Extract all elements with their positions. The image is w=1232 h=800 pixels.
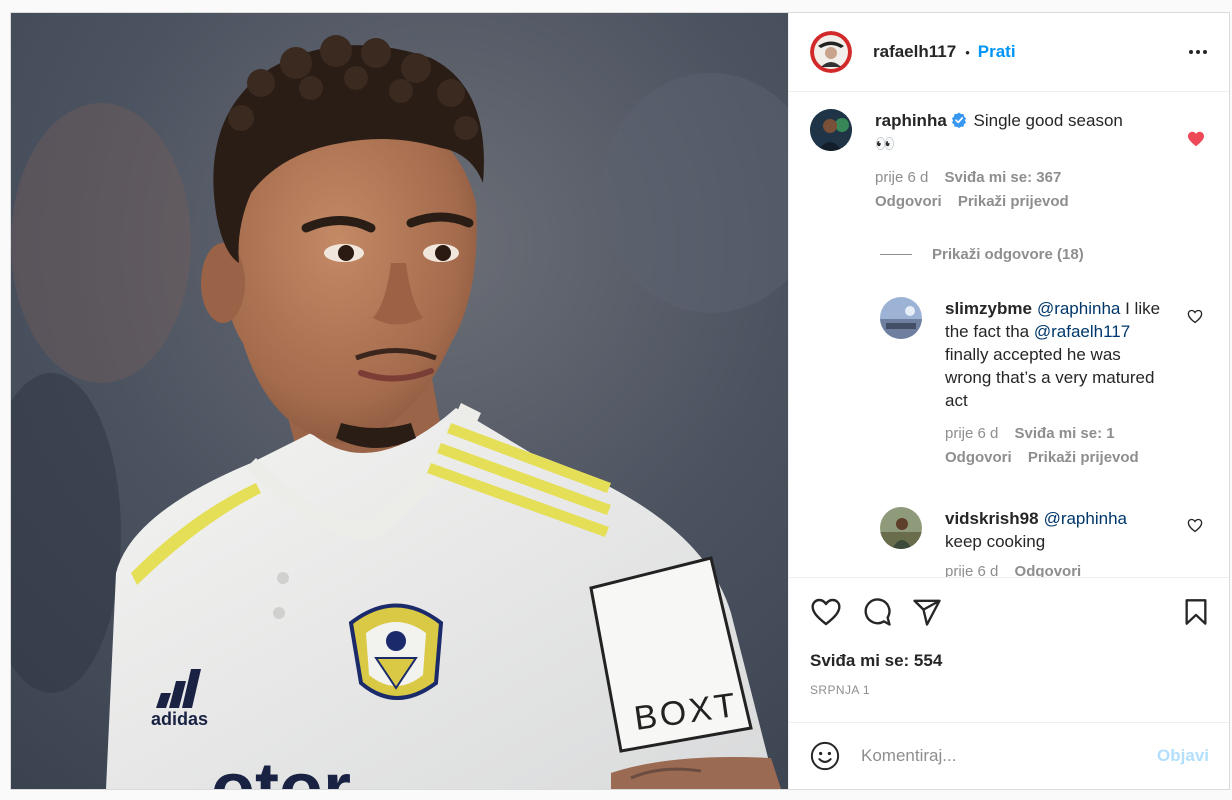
verified-icon <box>951 112 966 128</box>
reply-text: keep cooking <box>945 532 1046 551</box>
comment-input[interactable] <box>861 746 1158 766</box>
reply-mention[interactable]: @raphinha <box>1044 509 1127 528</box>
vidskrish98-avatar[interactable] <box>880 507 922 549</box>
like-heart-icon[interactable] <box>810 597 842 627</box>
emoji-icon[interactable] <box>810 741 840 771</box>
post-comment-button[interactable]: Objavi <box>1157 746 1209 766</box>
reply-likes-count[interactable]: Sviđa mi se: 1 <box>1015 425 1115 442</box>
comment-time[interactable]: prije 6 d <box>875 169 928 186</box>
owner-avatar[interactable] <box>810 31 852 73</box>
view-replies-label: Prikaži odgovore (18) <box>932 246 1084 263</box>
comment-icon[interactable] <box>862 597 892 627</box>
reply-button[interactable]: Odgovori <box>945 449 1012 466</box>
post-date[interactable]: SRPNJA 1 <box>789 683 1229 697</box>
liked-heart-icon[interactable] <box>1187 131 1205 147</box>
raphinha-avatar[interactable] <box>810 109 852 151</box>
action-bar <box>789 578 1229 646</box>
svg-text:adidas: adidas <box>151 709 208 729</box>
club-badge <box>348 603 444 700</box>
post-dialog: adidas BOXT otor rafaelh117 • Prati raph… <box>10 12 1230 790</box>
owner-username[interactable]: rafaelh117 <box>873 42 956 62</box>
comments-list[interactable]: raphinha Single good season 👀 prije 6 d … <box>789 93 1229 577</box>
post-likes-count[interactable]: Sviđa mi se: 554 <box>789 651 1229 671</box>
reply-username[interactable]: vidskrish98 <box>945 509 1039 528</box>
reply-username[interactable]: slimzybme <box>945 299 1032 318</box>
comment-username[interactable]: raphinha <box>875 111 947 130</box>
heart-icon[interactable] <box>1187 309 1203 324</box>
follow-button[interactable]: Prati <box>978 42 1016 62</box>
add-comment-section: Objavi <box>789 722 1229 789</box>
svg-text:otor: otor <box>211 749 351 789</box>
post-actions: Sviđa mi se: 554 SRPNJA 1 <box>789 577 1229 697</box>
more-options-icon[interactable] <box>1189 44 1207 60</box>
reply-time[interactable]: prije 6 d <box>945 563 998 577</box>
replies-divider <box>880 254 912 255</box>
player-photo-illustration: adidas BOXT otor <box>11 13 788 789</box>
reply-time[interactable]: prije 6 d <box>945 425 998 442</box>
save-bookmark-icon[interactable] <box>1183 598 1209 626</box>
post-image[interactable]: adidas BOXT otor <box>11 13 788 789</box>
comment-likes-count[interactable]: Sviđa mi se: 367 <box>945 169 1062 186</box>
reply-button[interactable]: Odgovori <box>875 193 942 210</box>
comment-meta: prije 6 d Sviđa mi se: 367 <box>875 168 1165 187</box>
post-side-panel: rafaelh117 • Prati raphinha Single good … <box>788 13 1229 789</box>
reply-text-part2: finally accepted he was wrong that’s a v… <box>945 345 1155 410</box>
comment-emoji: 👀 <box>875 136 895 153</box>
view-replies-button[interactable]: Prikaži odgovore (18) <box>880 246 1084 263</box>
reply-mention[interactable]: @raphinha <box>1037 299 1120 318</box>
slimzybme-avatar[interactable] <box>880 297 922 339</box>
comment-text: Single good season <box>973 111 1123 130</box>
show-translation-button[interactable]: Prikaži prijevod <box>1028 449 1139 466</box>
reply-mention-2[interactable]: @rafaelh117 <box>1034 322 1130 341</box>
show-translation-button[interactable]: Prikaži prijevod <box>958 193 1069 210</box>
post-header: rafaelh117 • Prati <box>789 13 1229 92</box>
separator-dot: • <box>965 44 970 60</box>
heart-icon[interactable] <box>1187 518 1203 533</box>
reply-button[interactable]: Odgovori <box>1015 563 1082 577</box>
share-icon[interactable] <box>912 597 942 627</box>
